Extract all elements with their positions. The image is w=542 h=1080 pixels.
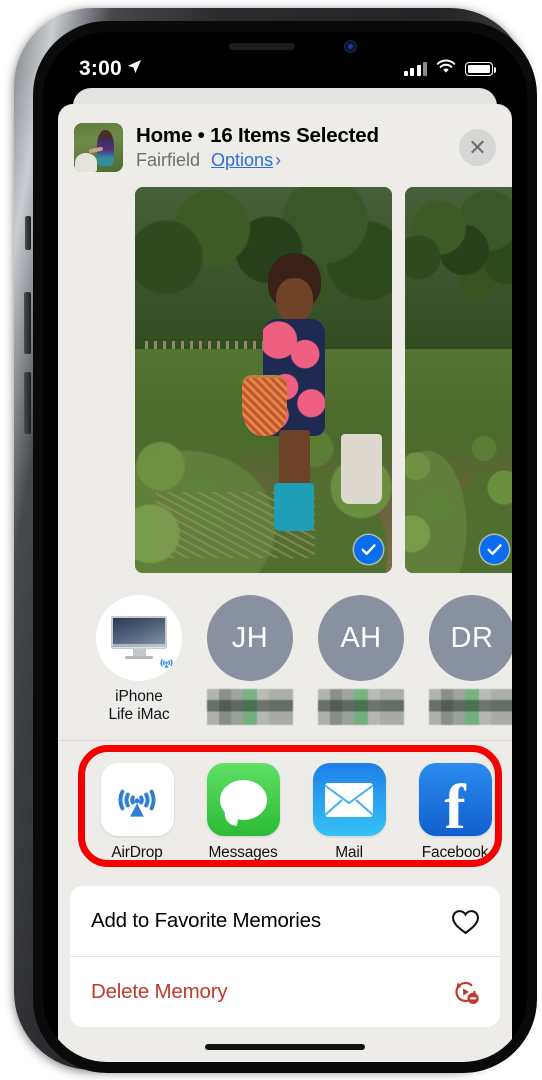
avatar: DR [429, 595, 512, 681]
options-link-label: Options [211, 150, 274, 170]
status-bar-left: 3:00 [79, 57, 142, 81]
avatar: AH [318, 595, 404, 681]
action-label: Add to Favorite Memories [91, 909, 321, 932]
status-time: 3:00 [79, 57, 122, 80]
share-app-label: Messages [208, 844, 278, 861]
share-apps-row[interactable]: AirDrop Messages Mail f Facebook [58, 763, 512, 862]
header-text-block: Home • 16 Items Selected Fairfield Optio… [136, 124, 446, 171]
notch [187, 32, 383, 64]
share-app-facebook[interactable]: f Facebook [414, 763, 496, 862]
share-sheet: Home • 16 Items Selected Fairfield Optio… [58, 104, 512, 1062]
status-bar-right [403, 59, 496, 79]
airdrop-contact-jh[interactable]: JH [207, 595, 293, 725]
action-label: Delete Memory [91, 980, 228, 1003]
close-icon: ✕ [468, 134, 487, 160]
share-app-label: AirDrop [111, 844, 163, 861]
volume-up-button[interactable] [24, 292, 31, 354]
share-app-mail[interactable]: Mail [308, 763, 390, 862]
share-app-label: Facebook [421, 844, 489, 861]
volume-down-button[interactable] [24, 372, 31, 434]
silent-switch[interactable] [25, 216, 31, 250]
close-button[interactable]: ✕ [459, 129, 496, 166]
avatar [96, 595, 182, 681]
home-indicator[interactable] [205, 1044, 365, 1050]
contact-label-line1: iPhone [115, 688, 163, 705]
heart-outline-icon [449, 905, 481, 937]
avatar: JH [207, 595, 293, 681]
airdrop-contact-dr[interactable]: DR [429, 595, 512, 725]
messages-icon [206, 763, 280, 836]
share-app-airdrop[interactable]: AirDrop [96, 763, 178, 862]
header-subtitle-row: Fairfield Options › [136, 150, 446, 171]
share-app-messages[interactable]: Messages [202, 763, 284, 862]
wifi-icon [436, 59, 456, 79]
phone-frame: 3:00 Home • 16 Items Selected Fairfield … [14, 8, 537, 1073]
location-arrow-icon [127, 59, 142, 79]
airdrop-target-imac[interactable]: iPhone Life iMac [96, 595, 182, 724]
checkmark-circle-icon[interactable] [480, 535, 509, 564]
action-add-to-favorite-memories[interactable]: Add to Favorite Memories [70, 886, 500, 956]
redacted-contact-name [207, 689, 293, 725]
delete-memory-icon [449, 976, 481, 1008]
share-sheet-header: Home • 16 Items Selected Fairfield Optio… [58, 104, 512, 187]
action-delete-memory[interactable]: Delete Memory [70, 956, 500, 1027]
memory-thumbnail [74, 123, 123, 172]
page-title: Home • 16 Items Selected [136, 124, 379, 147]
phone-screen: 3:00 Home • 16 Items Selected Fairfield … [43, 32, 527, 1062]
options-link[interactable]: Options › [211, 150, 281, 171]
redacted-contact-name [429, 689, 512, 725]
avatar-initials: AH [340, 621, 382, 654]
airdrop-contacts-row[interactable]: iPhone Life iMac JH AH DR [58, 579, 512, 741]
airdrop-badge-icon [153, 650, 179, 676]
facebook-f-glyph: f [444, 770, 466, 836]
battery-full-icon [465, 62, 496, 76]
redacted-contact-name [318, 689, 404, 725]
airdrop-icon [100, 763, 174, 836]
chevron-right-icon: › [275, 150, 282, 170]
contact-label: iPhone Life iMac [96, 688, 182, 724]
front-camera [344, 40, 357, 53]
share-app-label: Mail [335, 844, 363, 861]
mail-icon [312, 763, 386, 836]
contact-label-line2: Life iMac [108, 705, 170, 723]
photo-thumbnail-2[interactable] [405, 187, 512, 573]
avatar-initials: JH [231, 621, 269, 654]
memory-place: Fairfield [136, 150, 201, 170]
avatar-initials: DR [450, 621, 494, 654]
photo-preview-strip[interactable] [58, 187, 512, 579]
share-apps-section: AirDrop Messages Mail f Facebook [58, 741, 512, 876]
photo-thumbnail-1[interactable] [135, 187, 392, 573]
checkmark-circle-icon[interactable] [354, 535, 383, 564]
earpiece-speaker [229, 43, 295, 50]
airdrop-contact-ah[interactable]: AH [318, 595, 404, 725]
cellular-signal-icon [403, 62, 427, 76]
facebook-icon: f [418, 763, 492, 836]
memory-actions-list: Add to Favorite Memories Delete Memory [70, 886, 500, 1027]
